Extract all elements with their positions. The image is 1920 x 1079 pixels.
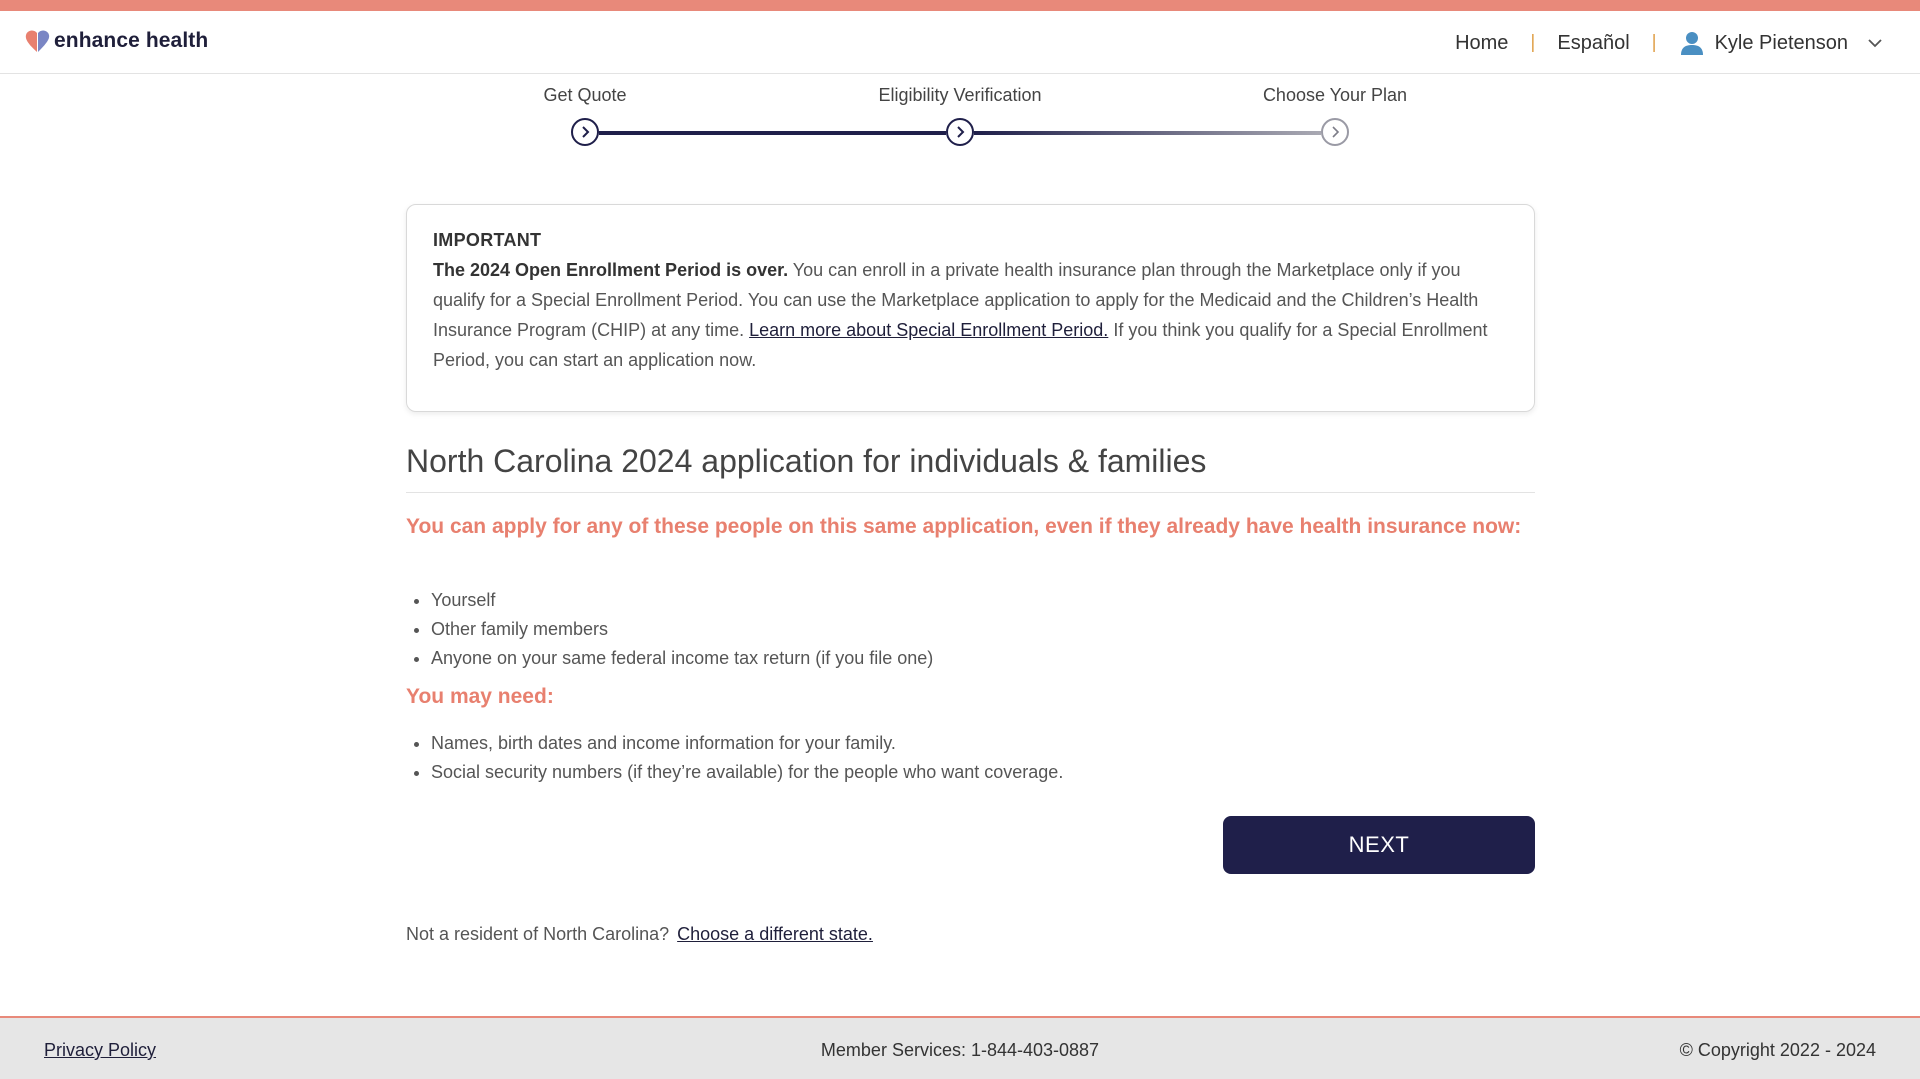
- step-get-quote-chevron-right-icon[interactable]: [571, 118, 599, 146]
- copyright: © Copyright 2022 - 2024: [1679, 1040, 1876, 1060]
- heart-logo-icon: [25, 30, 50, 52]
- list-item: Yourself: [431, 586, 933, 615]
- step-connector-complete: [599, 131, 946, 135]
- list-item: Social security numbers (if they’re avai…: [431, 758, 1063, 787]
- chevron-down-icon: [1868, 39, 1882, 48]
- user-menu[interactable]: Kyle Pietenson: [1679, 30, 1884, 56]
- top-nav: Home | Español | Kyle Pietenson: [1455, 30, 1884, 56]
- list-item: Other family members: [431, 615, 933, 644]
- user-avatar-icon: [1680, 32, 1703, 55]
- learn-more-sep-link[interactable]: Learn more about Special Enrollment Peri…: [749, 320, 1108, 340]
- apply-list: Yourself Other family members Anyone on …: [406, 586, 933, 673]
- choose-different-state-link[interactable]: Choose a different state.: [677, 924, 873, 944]
- need-heading: You may need:: [406, 685, 554, 708]
- step-label-eligibility: Eligibility Verification: [878, 85, 1042, 105]
- logo[interactable]: enhance health: [24, 28, 208, 54]
- user-name: Kyle Pietenson: [1714, 31, 1848, 54]
- enrollment-notice: IMPORTANT The 2024 Open Enrollment Perio…: [406, 204, 1535, 412]
- resident-text: Not a resident of North Carolina?: [406, 924, 670, 944]
- apply-heading: You can apply for any of these people on…: [406, 515, 1522, 538]
- list-item: Names, birth dates and income informatio…: [431, 729, 1063, 758]
- need-list: Names, birth dates and income informatio…: [406, 729, 1063, 787]
- step-choose-plan-chevron-right-icon[interactable]: [1321, 118, 1349, 146]
- page-title: North Carolina 2024 application for indi…: [406, 443, 1535, 493]
- step-eligibility-chevron-right-icon[interactable]: [946, 118, 974, 146]
- nav-home-link[interactable]: Home: [1455, 32, 1508, 55]
- site-header: enhance health Home | Español | Kyle Pie…: [0, 11, 1920, 74]
- top-accent-bar: [0, 0, 1920, 11]
- nav-separator: |: [1651, 32, 1657, 53]
- nav-language-link[interactable]: Español: [1557, 32, 1629, 55]
- notice-heading: IMPORTANT: [433, 230, 542, 250]
- nav-separator: |: [1530, 32, 1536, 53]
- brand-name: enhance health: [54, 29, 209, 52]
- member-services: Member Services: 1-844-403-0887: [820, 1040, 1100, 1060]
- next-button[interactable]: NEXT: [1223, 816, 1535, 874]
- step-label-get-quote: Get Quote: [543, 85, 627, 105]
- notice-text: The 2024 Open Enrollment Period is over.…: [433, 255, 1508, 375]
- list-item: Anyone on your same federal income tax r…: [431, 644, 933, 673]
- step-connector-upcoming: [974, 131, 1321, 135]
- site-footer: Privacy Policy Member Services: 1-844-40…: [0, 1016, 1920, 1079]
- resident-note: Not a resident of North Carolina? Choose …: [406, 924, 873, 945]
- notice-lead: The 2024 Open Enrollment Period is over.: [433, 260, 789, 280]
- step-label-choose-plan: Choose Your Plan: [1262, 85, 1408, 105]
